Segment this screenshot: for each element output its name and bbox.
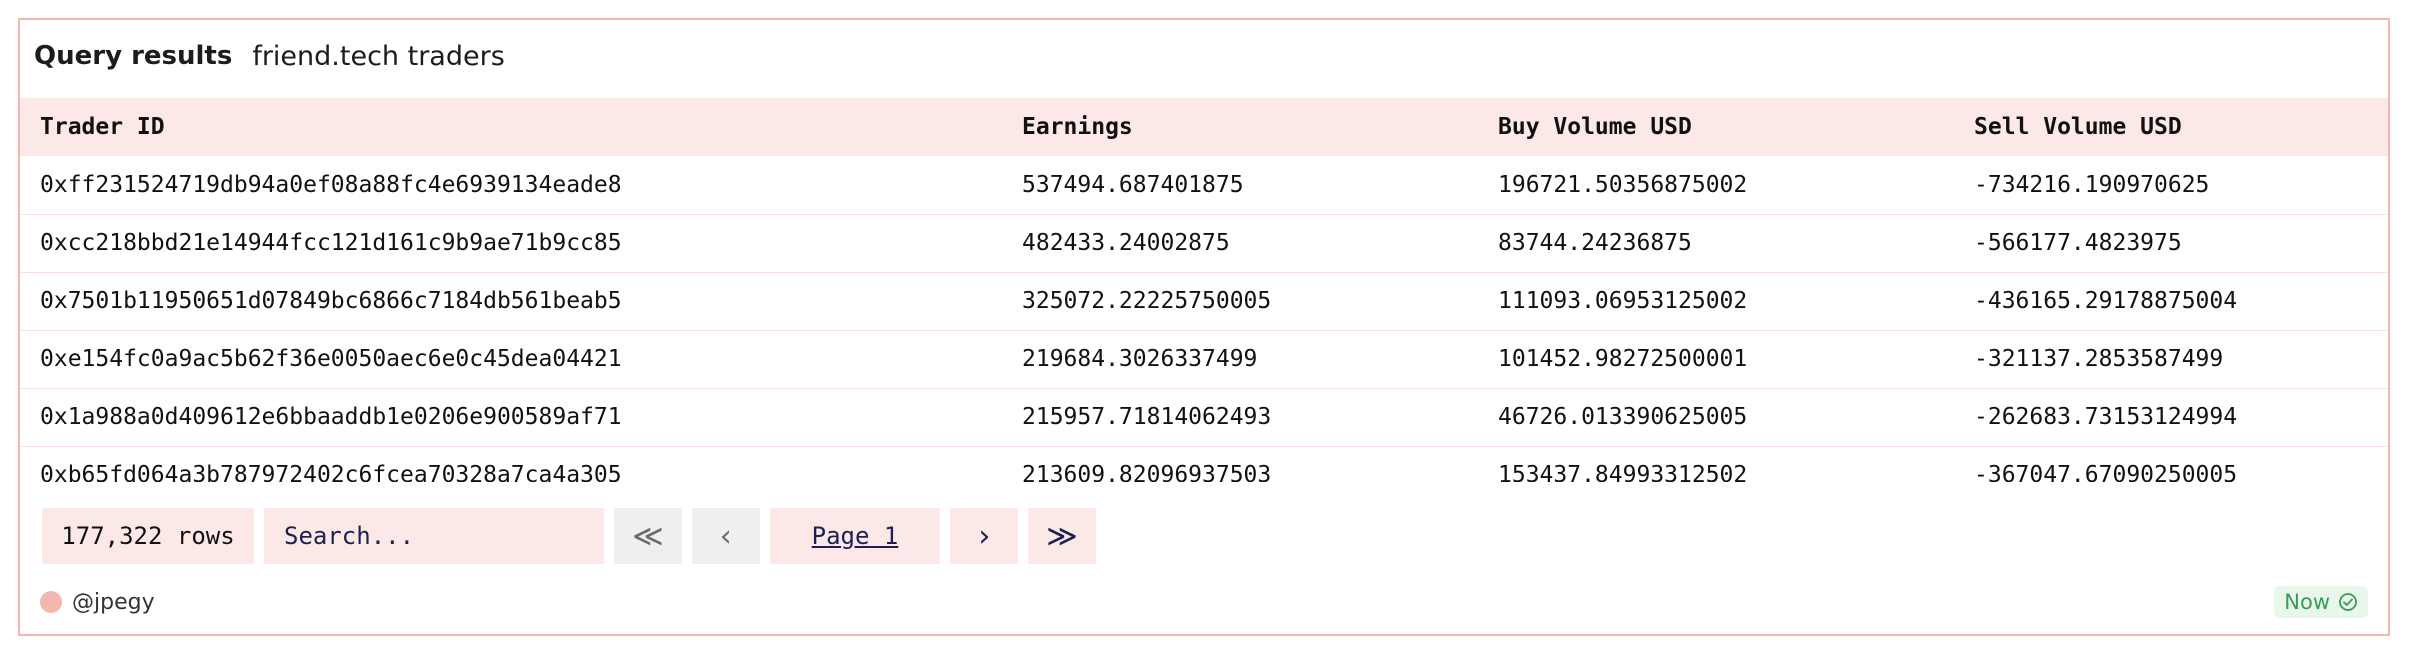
table-row: 0x7501b11950651d07849bc6866c7184db561bea… <box>20 272 2388 330</box>
cell-sell-volume: -734216.190970625 <box>1974 171 2210 198</box>
next-page-button[interactable]: › <box>950 508 1018 564</box>
page-indicator[interactable]: Page 1 <box>770 508 940 564</box>
cell-buy-volume: 101452.98272500001 <box>1498 346 1748 372</box>
cell-sell-volume: -367047.67090250005 <box>1974 462 2238 482</box>
cell-buy-volume: 46726.013390625005 <box>1498 404 1748 430</box>
cell-trader-id: 0x1a988a0d409612e6bbaaddb1e0206e900589af… <box>40 404 622 430</box>
cell-trader-id: 0xff231524719db94a0ef08a88fc4e6939134ead… <box>40 171 622 198</box>
first-page-button[interactable]: ≪ <box>614 508 682 564</box>
cell-buy-volume: 83744.24236875 <box>1498 230 1692 256</box>
table-row: 0xcc218bbd21e14944fcc121d161c9b9ae71b9cc… <box>20 214 2388 272</box>
column-header-buy-volume[interactable]: Buy Volume USD <box>1478 98 1954 156</box>
check-circle-icon <box>2339 593 2357 611</box>
table-row: 0xff231524719db94a0ef08a88fc4e6939134ead… <box>20 156 2388 214</box>
results-table: Trader ID Earnings Buy Volume USD Sell V… <box>20 98 2388 482</box>
cell-trader-id: 0xe154fc0a9ac5b62f36e0050aec6e0c45dea044… <box>40 346 622 372</box>
cell-earnings: 219684.3026337499 <box>1022 346 1258 372</box>
panel-title: Query results <box>34 41 233 71</box>
cell-sell-volume: -566177.4823975 <box>1974 230 2182 256</box>
cell-earnings: 215957.71814062493 <box>1022 404 1272 430</box>
author[interactable]: @jpegy <box>40 590 155 615</box>
cell-earnings: 482433.24002875 <box>1022 230 1230 256</box>
prev-page-button[interactable]: ‹ <box>692 508 760 564</box>
cell-trader-id: 0xcc218bbd21e14944fcc121d161c9b9ae71b9cc… <box>40 230 622 256</box>
table-row: 0x1a988a0d409612e6bbaaddb1e0206e900589af… <box>20 388 2388 446</box>
cell-earnings: 213609.82096937503 <box>1022 462 1272 482</box>
table-header-row: Trader ID Earnings Buy Volume USD Sell V… <box>20 98 2388 156</box>
column-header-sell-volume[interactable]: Sell Volume USD <box>1954 98 2388 156</box>
cell-earnings: 325072.22225750005 <box>1022 288 1272 314</box>
table-row: 0xb65fd064a3b787972402c6fcea70328a7ca4a3… <box>20 446 2388 482</box>
status-text: Now <box>2284 590 2330 614</box>
avatar <box>40 591 62 613</box>
search-input[interactable] <box>264 508 604 564</box>
status-badge: Now <box>2274 586 2368 618</box>
panel-footer: @jpegy Now <box>40 582 2368 622</box>
table-row: 0xe154fc0a9ac5b62f36e0050aec6e0c45dea044… <box>20 330 2388 388</box>
cell-buy-volume: 153437.84993312502 <box>1498 462 1748 482</box>
cell-sell-volume: -262683.73153124994 <box>1974 404 2238 430</box>
cell-sell-volume: -436165.29178875004 <box>1974 288 2238 314</box>
chevron-left-icon: ‹ <box>716 518 736 554</box>
author-handle: @jpegy <box>72 589 155 615</box>
query-results-panel: Query results friend.tech traders Trader… <box>18 18 2390 636</box>
pagination-bar: 177,322 rows ≪ ‹ Page 1 › ≫ <box>42 508 1096 564</box>
double-chevron-left-icon: ≪ <box>632 518 664 554</box>
column-header-earnings[interactable]: Earnings <box>1002 98 1478 156</box>
panel-header: Query results friend.tech traders <box>34 38 505 74</box>
results-table-container[interactable]: Trader ID Earnings Buy Volume USD Sell V… <box>20 98 2388 482</box>
cell-buy-volume: 196721.50356875002 <box>1498 171 1748 198</box>
chevron-right-icon: › <box>974 518 994 554</box>
cell-trader-id: 0x7501b11950651d07849bc6866c7184db561bea… <box>40 288 622 314</box>
cell-sell-volume: -321137.2853587499 <box>1974 346 2224 372</box>
cell-earnings: 537494.687401875 <box>1022 171 1244 198</box>
cell-trader-id: 0xb65fd064a3b787972402c6fcea70328a7ca4a3… <box>40 462 622 482</box>
double-chevron-right-icon: ≫ <box>1046 518 1078 554</box>
query-name: friend.tech traders <box>252 40 505 72</box>
last-page-button[interactable]: ≫ <box>1028 508 1096 564</box>
row-count: 177,322 rows <box>42 508 254 564</box>
column-header-trader-id[interactable]: Trader ID <box>20 98 1002 156</box>
cell-buy-volume: 111093.06953125002 <box>1498 288 1748 314</box>
